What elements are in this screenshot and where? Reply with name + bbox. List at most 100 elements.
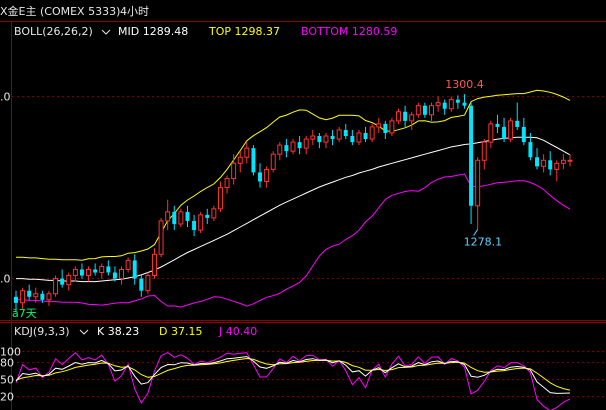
- candle-body: [462, 102, 467, 106]
- candle-body: [303, 138, 309, 149]
- candle-body: [403, 111, 408, 121]
- candle-body: [244, 147, 250, 158]
- boll-mid-line: [16, 136, 571, 283]
- candle-body: [93, 269, 98, 273]
- candle-body: [270, 153, 276, 170]
- candle-body: [356, 132, 362, 143]
- candle-body: [106, 266, 111, 273]
- candle-body: [475, 159, 481, 207]
- candle-body: [66, 275, 72, 286]
- candle-body: [165, 211, 171, 222]
- candle-body: [448, 99, 454, 110]
- candle-body: [277, 144, 283, 155]
- boll-bottom-label: BOTTOM 1280.59: [301, 25, 397, 38]
- candle-body: [217, 187, 223, 210]
- period-label[interactable]: 4小时: [120, 5, 149, 18]
- candle-body: [224, 177, 230, 189]
- candle-body: [343, 129, 348, 137]
- days-label: ӑ7天: [12, 307, 37, 320]
- candle-body: [53, 278, 59, 295]
- kdj-j-label: J 40.40: [218, 325, 257, 338]
- candle-body: [258, 172, 263, 182]
- boll-lines: [16, 89, 571, 308]
- candle-body: [152, 253, 157, 277]
- candle-body: [383, 123, 388, 133]
- candle-body: [455, 99, 460, 103]
- candle-body: [528, 142, 533, 158]
- candle-body: [231, 162, 237, 179]
- candle-body: [554, 162, 560, 170]
- candle-body: [317, 136, 322, 143]
- candle-body: [14, 296, 18, 303]
- kdj-axis: 100805020: [0, 345, 21, 403]
- candle-body: [205, 214, 210, 218]
- candle-body: [508, 120, 514, 140]
- high-price-annotation: 1300.4: [445, 78, 484, 91]
- candle-body: [409, 114, 415, 122]
- candle-body: [548, 160, 553, 170]
- boll-name[interactable]: BOLL(26,26,2): [14, 25, 93, 38]
- boll-mid-label: MID 1289.48: [118, 25, 188, 38]
- candle-body: [481, 141, 487, 161]
- kdj-chevron-down-icon[interactable]: [79, 329, 89, 335]
- price-tick-label: .0: [0, 273, 11, 286]
- candle-body: [79, 269, 84, 276]
- candle-body: [560, 159, 566, 164]
- candle-body: [237, 156, 243, 164]
- price-axis: .0 .0: [0, 91, 11, 286]
- candle-body: [33, 293, 39, 298]
- chevron-down-icon[interactable]: [101, 29, 111, 35]
- candle-body: [192, 220, 197, 231]
- candle-body: [297, 142, 302, 149]
- kdj-k-label: K 38.23: [97, 325, 139, 338]
- candle-body: [429, 105, 434, 116]
- candle-body: [336, 129, 342, 140]
- candle-body: [86, 268, 92, 277]
- candle-body: [567, 159, 573, 162]
- candle-body: [251, 148, 256, 173]
- candle-body: [145, 275, 151, 292]
- candle-body: [330, 136, 335, 140]
- candle-body: [535, 157, 540, 167]
- candle-body: [502, 126, 507, 140]
- candle-body: [396, 111, 402, 122]
- candle-body: [125, 259, 131, 270]
- kdj-name[interactable]: KDJ(9,3,3): [14, 325, 70, 338]
- candle-body: [158, 220, 164, 255]
- kdj-grid: [12, 350, 606, 398]
- candle-body: [389, 120, 395, 134]
- low-price-annotation: 1278.1: [464, 235, 503, 248]
- candle-body: [350, 136, 355, 143]
- candle-body: [435, 102, 441, 107]
- candle-body: [112, 272, 117, 279]
- boll-top-label: TOP 1298.37: [208, 25, 280, 38]
- price-tick-label: .0: [0, 91, 11, 104]
- candle-body: [99, 265, 105, 274]
- candle-body: [211, 208, 217, 219]
- candle-body: [415, 105, 421, 116]
- candle-body: [198, 214, 204, 231]
- candle-body: [495, 123, 500, 127]
- candle-body: [376, 123, 382, 128]
- candle-body: [119, 268, 125, 280]
- price-chart: X金E主 (COMEX 5333) 4小时 BOLL(26,26,2) MID …: [0, 0, 606, 410]
- kdj-tick-label: 20: [0, 391, 14, 404]
- candle-body: [132, 260, 137, 279]
- candlesticks: [14, 94, 573, 312]
- candle-body: [363, 132, 368, 140]
- candle-body: [46, 293, 52, 301]
- symbol-title: X金E主 (COMEX 5333): [0, 4, 120, 18]
- candle-body: [541, 159, 547, 167]
- kdj-d-label: D 37.15: [159, 325, 202, 338]
- candle-body: [27, 290, 32, 297]
- candle-body: [521, 126, 526, 143]
- candle-body: [310, 135, 316, 140]
- candle-body: [369, 126, 375, 140]
- candle-body: [139, 278, 144, 291]
- candle-body: [284, 145, 289, 152]
- kdj-tick-label: 80: [0, 357, 14, 370]
- candle-body: [264, 168, 270, 183]
- candle-body: [40, 293, 45, 300]
- candle-body: [178, 211, 184, 225]
- candle-body: [72, 268, 78, 277]
